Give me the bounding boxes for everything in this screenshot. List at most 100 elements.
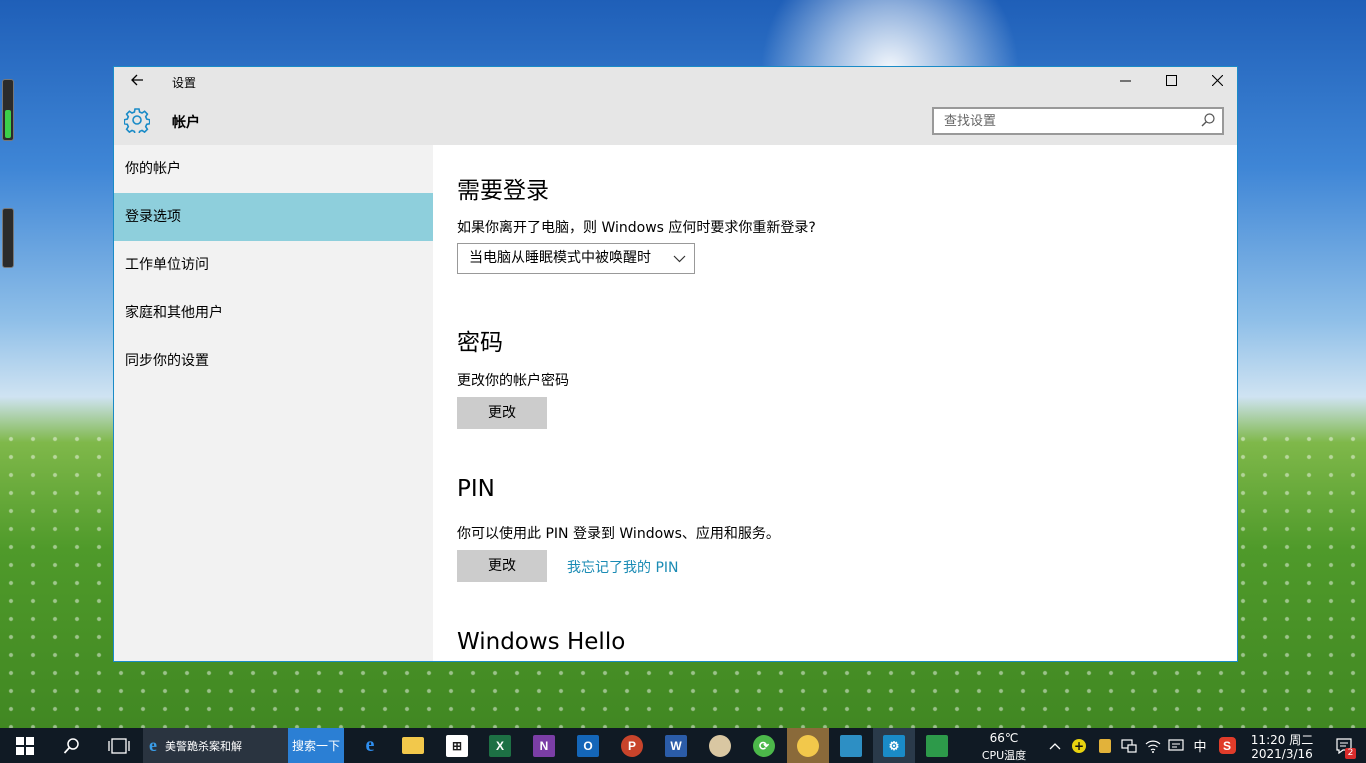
paint-app[interactable] bbox=[700, 728, 740, 763]
change-password-button[interactable]: 更改 bbox=[457, 397, 547, 429]
settings-app[interactable]: ⚙ bbox=[873, 728, 915, 763]
maximize-icon bbox=[1165, 75, 1177, 86]
cpu-temperature: 66℃ bbox=[989, 731, 1019, 745]
tray-wifi-icon[interactable] bbox=[1142, 728, 1164, 763]
settings-header: 帐户 bbox=[114, 97, 1237, 145]
gear-icon bbox=[124, 108, 150, 133]
windows-hello-heading: Windows Hello bbox=[457, 629, 626, 655]
gadget-meter bbox=[2, 208, 14, 268]
edge-app[interactable]: e bbox=[350, 728, 390, 763]
ie-taskbar-item[interactable]: e 美警跪杀案和解 bbox=[143, 728, 288, 763]
plus-badge-icon: + bbox=[1072, 738, 1086, 753]
green-app[interactable]: ⟳ bbox=[744, 728, 784, 763]
forgot-pin-link[interactable]: 我忘记了我的 PIN bbox=[567, 557, 679, 577]
sidebar-item-label: 你的帐户 bbox=[125, 161, 181, 177]
taskbar: e 美警跪杀案和解 搜索一下 e ⊞ X N O P W ⟳ ⚙ 66℃ CPU… bbox=[0, 728, 1366, 763]
minimize-icon bbox=[1119, 80, 1131, 82]
word-app[interactable]: W bbox=[656, 728, 696, 763]
sidebar-item-label: 家庭和其他用户 bbox=[125, 305, 223, 321]
settings-window: 设置 帐户 你的帐户 登录选项 工作单位访问 家 bbox=[113, 66, 1238, 662]
paint-icon bbox=[709, 734, 731, 757]
main-content: 需要登录 如果你离开了电脑，则 Windows 应何时要求你重新登录? 当电脑从… bbox=[433, 145, 1237, 661]
photo-app[interactable] bbox=[831, 728, 871, 763]
signin-heading: 需要登录 bbox=[457, 178, 549, 204]
sidebar-item-label: 登录选项 bbox=[125, 209, 181, 225]
onenote-icon: N bbox=[533, 734, 555, 757]
chevron-up-icon bbox=[1049, 742, 1061, 749]
search-box[interactable] bbox=[932, 107, 1224, 135]
shield-icon bbox=[1099, 738, 1111, 753]
tray-plus-icon[interactable]: + bbox=[1068, 728, 1090, 763]
ie-tab-label: 美警跪杀案和解 bbox=[165, 739, 242, 753]
outlook-icon: O bbox=[577, 734, 599, 757]
web-search-button[interactable]: 搜索一下 bbox=[288, 728, 344, 763]
task-view-button[interactable] bbox=[98, 728, 140, 763]
excel-icon: X bbox=[489, 734, 511, 757]
change-pin-button[interactable]: 更改 bbox=[457, 550, 547, 582]
search-input[interactable] bbox=[934, 109, 1194, 133]
pin-description: 你可以使用此 PIN 登录到 Windows、应用和服务。 bbox=[457, 526, 780, 542]
word-icon: W bbox=[665, 734, 687, 757]
dropdown-value: 当电脑从睡眠模式中被唤醒时 bbox=[469, 250, 651, 266]
onenote-app[interactable]: N bbox=[524, 728, 564, 763]
sidebar-item-label: 同步你的设置 bbox=[125, 353, 209, 369]
edge-icon: e bbox=[365, 734, 375, 756]
sidebar-item-label: 工作单位访问 bbox=[125, 257, 209, 273]
start-button[interactable] bbox=[6, 728, 44, 763]
maximize-button[interactable] bbox=[1148, 67, 1194, 97]
outlook-app[interactable]: O bbox=[568, 728, 608, 763]
tray-message-icon[interactable] bbox=[1165, 728, 1187, 763]
search-icon bbox=[63, 737, 79, 754]
device-icon bbox=[1121, 738, 1137, 753]
signin-description: 如果你离开了电脑，则 Windows 应何时要求你重新登录? bbox=[457, 220, 816, 236]
wifi-icon bbox=[1145, 740, 1161, 753]
signin-dropdown[interactable]: 当电脑从睡眠模式中被唤醒时 bbox=[457, 243, 695, 274]
task-view-icon bbox=[108, 737, 130, 754]
store-app[interactable]: ⊞ bbox=[437, 728, 477, 763]
pencil-app-icon bbox=[797, 734, 819, 757]
store-icon: ⊞ bbox=[446, 734, 468, 757]
sidebar-item-your-account[interactable]: 你的帐户 bbox=[114, 145, 433, 193]
title-bar: 设置 bbox=[114, 67, 1237, 97]
pencil-app[interactable] bbox=[787, 728, 829, 763]
back-arrow-icon bbox=[131, 74, 143, 86]
close-button[interactable] bbox=[1194, 67, 1237, 97]
gadget-meter bbox=[2, 79, 14, 141]
close-icon bbox=[1211, 74, 1223, 87]
photo-app-icon bbox=[840, 734, 862, 757]
cpu-temperature-label: CPU温度 bbox=[981, 749, 1027, 762]
search-icon[interactable] bbox=[1200, 112, 1216, 128]
sogou-icon: S bbox=[1218, 737, 1236, 754]
password-heading: 密码 bbox=[457, 330, 503, 356]
green-app-icon: ⟳ bbox=[753, 734, 775, 757]
sidebar-item-family-users[interactable]: 家庭和其他用户 bbox=[114, 289, 433, 337]
sidebar-item-work-access[interactable]: 工作单位访问 bbox=[114, 241, 433, 289]
tray-network-device-icon[interactable] bbox=[1118, 728, 1140, 763]
powerpoint-app[interactable]: P bbox=[612, 728, 652, 763]
sidebar: 你的帐户 登录选项 工作单位访问 家庭和其他用户 同步你的设置 bbox=[114, 145, 433, 661]
windows-logo-icon bbox=[16, 736, 34, 755]
file-explorer-app[interactable] bbox=[393, 728, 433, 763]
tray-security-icon[interactable] bbox=[1094, 728, 1116, 763]
page-title: 帐户 bbox=[172, 115, 200, 131]
chevron-down-icon bbox=[673, 255, 686, 263]
show-hidden-icons-button[interactable] bbox=[1046, 728, 1064, 763]
green-book-app[interactable] bbox=[917, 728, 957, 763]
task-search-button[interactable] bbox=[52, 728, 92, 763]
sidebar-item-sign-in-options[interactable]: 登录选项 bbox=[114, 193, 433, 241]
ie-icon: e bbox=[149, 735, 157, 755]
minimize-button[interactable] bbox=[1102, 67, 1148, 97]
notification-badge: 2 bbox=[1345, 748, 1356, 759]
clock-date[interactable]: 2021/3/16 bbox=[1246, 747, 1318, 761]
file-explorer-icon bbox=[402, 737, 424, 754]
clock-time[interactable]: 11:20 周二 bbox=[1246, 731, 1318, 748]
password-description: 更改你的帐户密码 bbox=[457, 373, 569, 389]
ime-indicator[interactable]: 中 bbox=[1189, 728, 1211, 763]
back-button[interactable] bbox=[126, 72, 148, 92]
green-book-icon bbox=[926, 734, 948, 757]
pin-heading: PIN bbox=[457, 476, 495, 502]
sogou-ime-button[interactable]: S bbox=[1215, 728, 1239, 763]
sidebar-item-sync-settings[interactable]: 同步你的设置 bbox=[114, 337, 433, 385]
action-center-button[interactable]: 2 bbox=[1328, 728, 1360, 763]
excel-app[interactable]: X bbox=[480, 728, 520, 763]
